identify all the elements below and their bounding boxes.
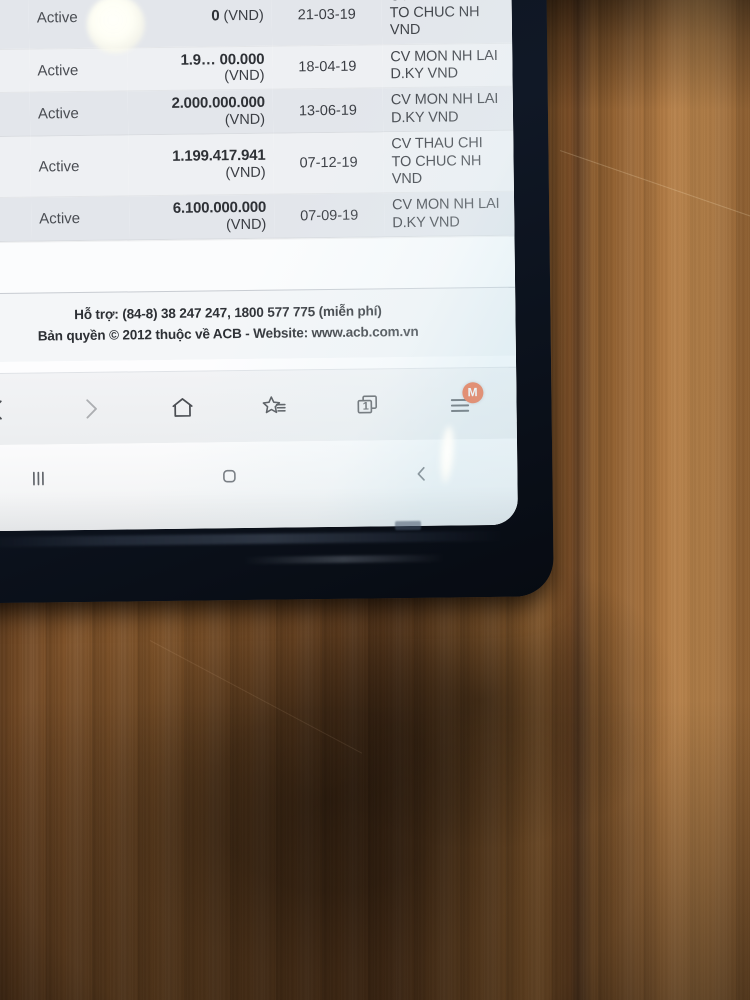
browser-forward-button[interactable]	[67, 385, 114, 432]
chevron-left-icon	[0, 399, 3, 420]
date-value: 07-12-19	[299, 154, 358, 172]
status-cell: Active	[28, 0, 128, 49]
browser-tabs-button[interactable]: 1	[345, 382, 392, 429]
description-value: CV THAU CHI TO CHUC NH VND	[389, 0, 480, 39]
system-navigation-bar	[0, 438, 519, 532]
browser-back-button[interactable]	[0, 386, 21, 433]
account-number-cell[interactable]: 309	[0, 92, 31, 138]
account-number-cell[interactable]: 859	[0, 0, 30, 50]
accounts-table-body: 619 Active 0 (VND)	[0, 0, 515, 243]
date-cell: 18-04-19	[272, 44, 383, 90]
page-footer: Hỗ trợ: (84-8) 38 247 247, 1800 577 775 …	[0, 286, 516, 363]
balance-cell: 0 (VND)	[126, 0, 273, 48]
home-square-icon	[223, 469, 237, 483]
balance-currency: (VND)	[224, 111, 266, 129]
system-back-button[interactable]	[325, 453, 517, 495]
photo-scene: 619 Active 0 (VND)	[0, 0, 750, 1000]
balance-currency: (VND)	[223, 7, 264, 24]
browser-home-button[interactable]	[160, 384, 207, 431]
status-badge: Active	[36, 9, 78, 27]
browser-menu-button[interactable]: M	[437, 381, 484, 428]
accounts-table: 619 Active 0 (VND)	[0, 0, 515, 243]
balance-currency: (VND)	[225, 164, 266, 181]
menu-update-badge: M	[462, 381, 484, 403]
chevron-right-icon	[86, 398, 97, 419]
system-home-button[interactable]	[134, 455, 326, 497]
date-cell: 13-06-19	[272, 88, 384, 134]
browser-viewport[interactable]: 619 Active 0 (VND)	[0, 0, 517, 429]
date-value: 18-04-19	[298, 58, 357, 76]
table-row[interactable]: 309 Active 2.000.000.000 (VND) 13-06-19	[0, 86, 514, 138]
balance-value: 1.199.417.941	[172, 146, 266, 165]
page-whitespace	[0, 235, 516, 294]
description-cell: CV MON NH LAI D.KY VND	[383, 191, 515, 238]
account-number-cell[interactable]: 589	[0, 197, 32, 243]
balance-value: 0	[211, 6, 220, 24]
case-edge-highlight	[0, 530, 504, 548]
description-cell: CV THAU CHI TO CHUC NH VND	[381, 0, 513, 45]
status-cell: Active	[29, 47, 128, 93]
description-value: CV MON NH LAI D.KY VND	[392, 196, 500, 232]
balance-currency: (VND)	[225, 216, 267, 234]
table-row[interactable]: 589 Active 6.100.000.000 (VND) 07-09-19	[0, 191, 515, 243]
browser-bookmarks-button[interactable]	[252, 383, 299, 430]
account-number-cell[interactable]: 149	[0, 136, 31, 199]
table-row[interactable]: 769 Active 1.9… 00.000 (VND) 18-04-19	[0, 42, 513, 94]
tablet-screen: 619 Active 0 (VND)	[0, 0, 519, 532]
account-number-cell[interactable]: 769	[0, 48, 30, 94]
table-row[interactable]: 859 Active 0 (VND) 21-03-19	[0, 0, 513, 50]
date-value: 07-09-19	[300, 207, 359, 225]
back-chevron-icon	[417, 466, 425, 481]
home-icon	[172, 397, 193, 417]
case-port-cutout	[394, 520, 422, 531]
browser-bottom-toolbar: 1 M	[0, 366, 517, 446]
balance-cell: 2.000.000.000 (VND)	[127, 89, 274, 136]
date-cell: 21-03-19	[271, 0, 383, 46]
status-badge: Active	[37, 105, 79, 123]
balance-value: 2.000.000.000	[171, 94, 265, 113]
status-badge: Active	[38, 157, 80, 176]
balance-value: 1.9… 00.000	[180, 50, 265, 69]
description-cell: CV THAU CHI TO CHUC NH VND	[383, 130, 514, 194]
status-badge: Active	[37, 61, 79, 80]
balance-cell: 1.199.417.941 (VND)	[128, 133, 274, 197]
tabs-count-label: 1	[362, 399, 369, 413]
table-row[interactable]: 149 Active 1.199.417.941 (VND) 07-12-19	[0, 130, 514, 199]
description-cell: CV MON NH LAI D.KY VND	[382, 86, 514, 133]
description-value: CV MON NH LAI D.KY VND	[390, 91, 499, 127]
date-cell: 07-09-19	[273, 193, 385, 239]
bookmark-star-icon	[262, 396, 286, 414]
description-cell: CV MON NH LAI D.KY VND	[382, 42, 513, 89]
date-value: 21-03-19	[297, 6, 356, 23]
balance-cell: 6.100.000.000 (VND)	[128, 194, 275, 241]
date-value: 13-06-19	[298, 102, 358, 120]
description-value: CV MON NH LAI D.KY VND	[390, 47, 498, 83]
status-cell: Active	[29, 91, 129, 137]
balance-value: 6.100.000.000	[172, 199, 267, 218]
status-cell: Active	[30, 196, 130, 242]
case-edge-highlight-secondary	[243, 554, 444, 565]
balance-currency: (VND)	[224, 68, 265, 85]
tablet-device: 619 Active 0 (VND)	[0, 0, 554, 604]
recents-icon	[32, 471, 44, 486]
date-cell: 07-12-19	[273, 132, 384, 195]
description-value: CV THAU CHI TO CHUC NH VND	[391, 135, 483, 188]
system-recents-button[interactable]	[0, 457, 134, 499]
balance-cell: 1.9… 00.000 (VND)	[127, 45, 273, 92]
status-cell: Active	[30, 135, 129, 198]
status-badge: Active	[39, 210, 81, 228]
